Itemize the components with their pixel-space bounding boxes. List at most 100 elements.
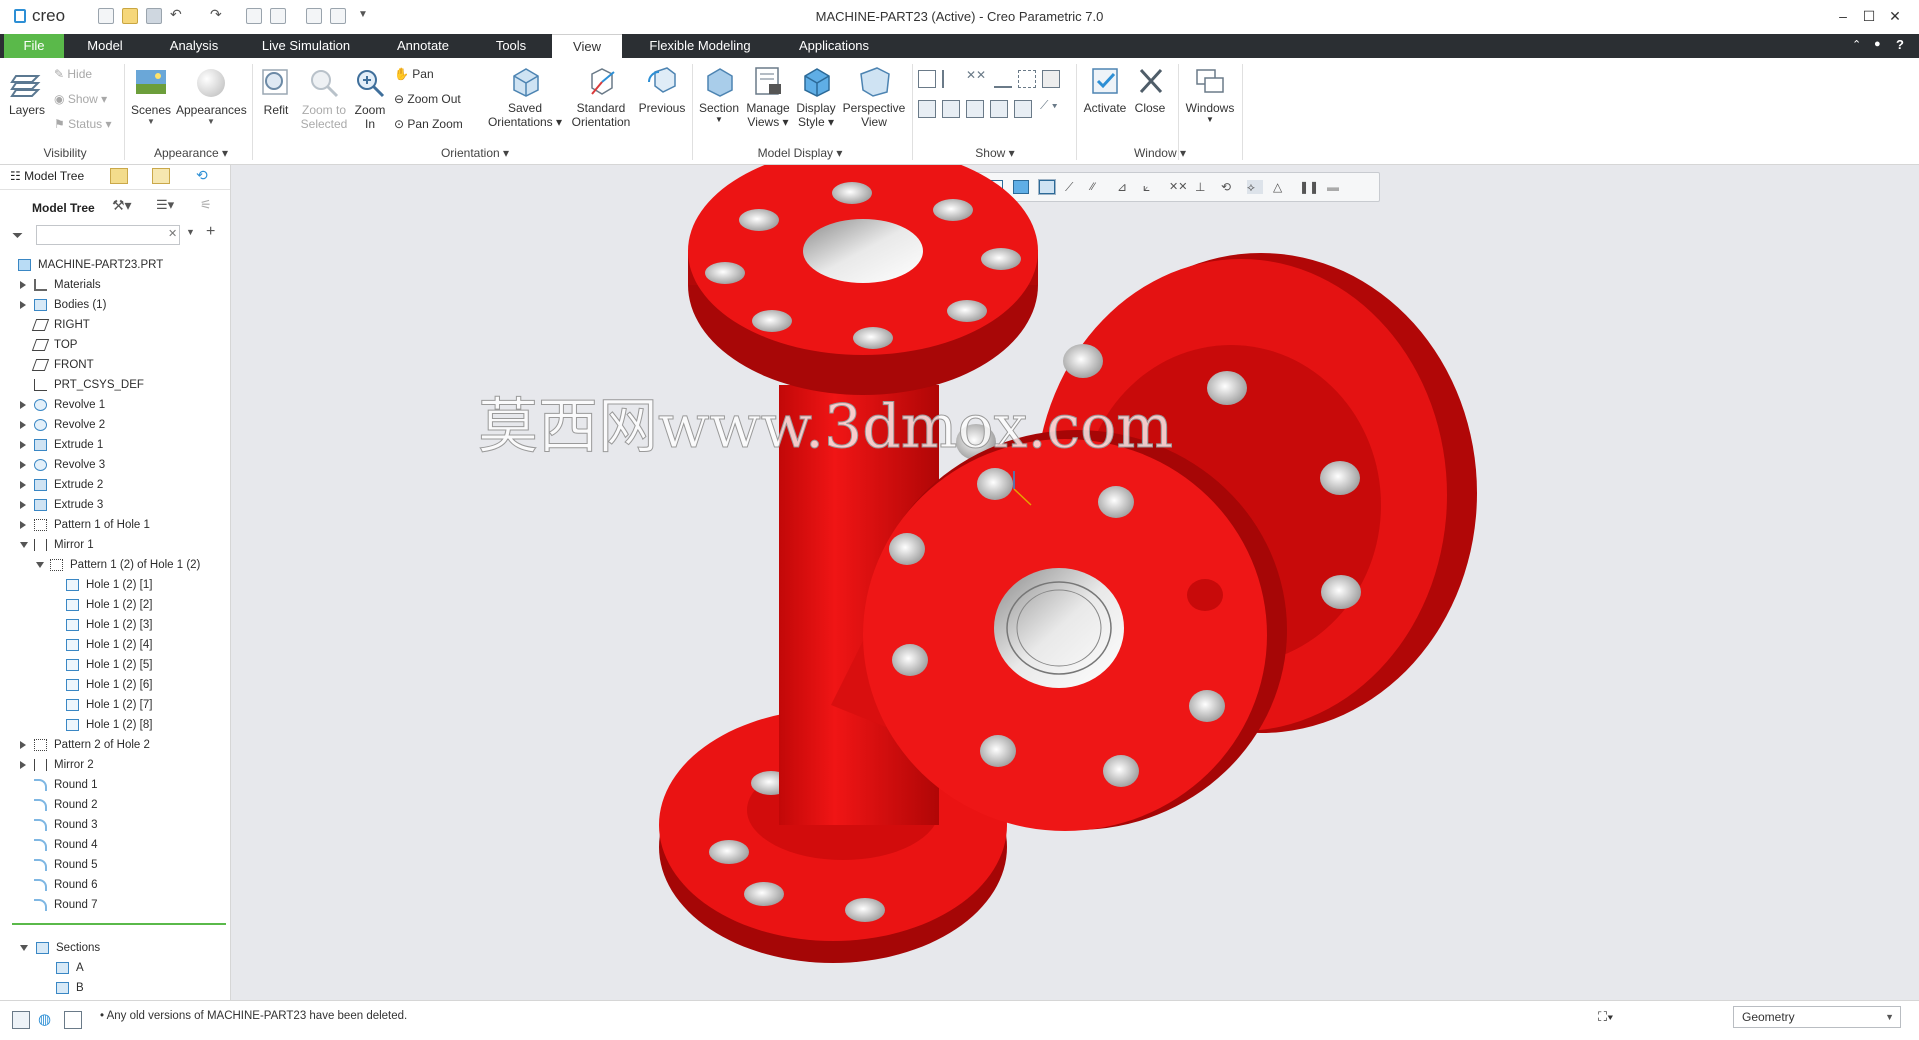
tree-item[interactable]: Mirror 2 bbox=[0, 755, 230, 775]
tree-item[interactable]: RIGHT bbox=[0, 315, 230, 335]
pipe-fitting-model[interactable] bbox=[659, 165, 1477, 963]
tab-flexible-modeling[interactable]: Flexible Modeling bbox=[636, 34, 764, 58]
tab-file[interactable]: File bbox=[4, 34, 64, 58]
tree-item[interactable]: Round 3 bbox=[0, 815, 230, 835]
status-button[interactable]: ⚑ Status ▾ bbox=[54, 114, 111, 134]
collapse-arrow-icon[interactable] bbox=[20, 542, 28, 548]
csys-display-icon[interactable] bbox=[994, 70, 1012, 88]
window-group-label[interactable]: Window ▾ bbox=[1110, 146, 1210, 160]
standard-orientation-button[interactable]: Standard Orientation bbox=[570, 64, 632, 129]
tree-item[interactable]: Round 1 bbox=[0, 775, 230, 795]
tree-item[interactable]: Pattern 2 of Hole 2 bbox=[0, 735, 230, 755]
tree-item[interactable]: Hole 1 (2) [2] bbox=[0, 595, 230, 615]
expand-arrow-icon[interactable] bbox=[20, 741, 26, 749]
previous-button[interactable]: Previous bbox=[636, 64, 688, 115]
tree-item[interactable]: Hole 1 (2) [4] bbox=[0, 635, 230, 655]
expand-arrow-icon[interactable] bbox=[20, 761, 26, 769]
filter-funnel-icon[interactable]: ⏷ bbox=[12, 227, 23, 244]
clear-search-icon[interactable]: ✕ bbox=[168, 227, 177, 240]
selection-filter-icon[interactable]: ⛶▾ bbox=[1598, 1009, 1634, 1031]
tree-item[interactable]: Round 2 bbox=[0, 795, 230, 815]
collapse-arrow-icon[interactable] bbox=[36, 562, 44, 568]
search-dropdown-icon[interactable]: ▼ bbox=[186, 227, 195, 237]
tree-item[interactable]: Hole 1 (2) [7] bbox=[0, 695, 230, 715]
expand-arrow-icon[interactable] bbox=[20, 441, 26, 449]
sketch-display-icon[interactable]: ⟋ ▾ bbox=[1040, 98, 1058, 113]
point-display-icon[interactable]: ✕✕ bbox=[966, 68, 986, 82]
tree-item[interactable]: Hole 1 (2) [8] bbox=[0, 715, 230, 735]
maximize-button[interactable]: ☐ bbox=[1858, 6, 1880, 26]
tree-item[interactable]: Hole 1 (2) [3] bbox=[0, 615, 230, 635]
tab-applications[interactable]: Applications bbox=[782, 34, 886, 58]
appearance-group-label[interactable]: Appearance ▾ bbox=[136, 146, 246, 160]
expand-arrow-icon[interactable] bbox=[20, 461, 26, 469]
csys-tag-icon[interactable] bbox=[990, 100, 1008, 118]
favorites-icon[interactable] bbox=[152, 168, 170, 184]
selection-filter-select[interactable]: Geometry ▼ bbox=[1733, 1006, 1901, 1028]
tab-live-simulation[interactable]: Live Simulation bbox=[252, 34, 360, 58]
tree-search-input[interactable] bbox=[36, 225, 180, 245]
expand-arrow-icon[interactable] bbox=[20, 501, 26, 509]
zoom-in-button[interactable]: Zoom In bbox=[352, 66, 388, 131]
tree-item[interactable]: TOP bbox=[0, 335, 230, 355]
tree-item[interactable]: Extrude 1 bbox=[0, 435, 230, 455]
hide-button[interactable]: ✎ Hide bbox=[54, 64, 92, 84]
axis-display-icon[interactable] bbox=[942, 70, 960, 88]
model-tree-toggle-icon[interactable] bbox=[12, 1011, 30, 1029]
annotation-display-icon[interactable] bbox=[1042, 70, 1060, 88]
tree-item[interactable]: Round 6 bbox=[0, 875, 230, 895]
folder-browser-icon[interactable] bbox=[110, 168, 128, 184]
zoom-to-selected-button[interactable]: Zoom to Selected bbox=[296, 66, 352, 131]
tab-tools[interactable]: Tools bbox=[478, 34, 544, 58]
windows-button[interactable]: Windows ▼ bbox=[1182, 64, 1238, 124]
close-view-button[interactable]: Close bbox=[1130, 64, 1170, 115]
tree-filter-icon[interactable]: ⚟ bbox=[200, 197, 212, 213]
refit-button[interactable]: Refit bbox=[258, 66, 294, 117]
tree-item[interactable]: Materials bbox=[0, 275, 230, 295]
model-display-group-label[interactable]: Model Display ▾ bbox=[740, 146, 860, 160]
full-screen-icon[interactable] bbox=[64, 1011, 82, 1029]
user-icon[interactable]: ● bbox=[1874, 38, 1881, 50]
tab-analysis[interactable]: Analysis bbox=[158, 34, 230, 58]
show-columns-icon[interactable]: ☰▾ bbox=[156, 197, 174, 213]
tree-item[interactable]: Extrude 2 bbox=[0, 475, 230, 495]
plane-tag-icon[interactable] bbox=[918, 100, 936, 118]
tree-item-section-a[interactable]: A bbox=[0, 958, 230, 978]
tree-item[interactable]: Revolve 2 bbox=[0, 415, 230, 435]
expand-arrow-icon[interactable] bbox=[20, 521, 26, 529]
expand-arrow-icon[interactable] bbox=[20, 401, 26, 409]
tree-item[interactable]: Hole 1 (2) [1] bbox=[0, 575, 230, 595]
tree-item[interactable]: Revolve 3 bbox=[0, 455, 230, 475]
perspective-view-button[interactable]: Perspective View bbox=[840, 64, 908, 129]
tree-item-section-b[interactable]: B bbox=[0, 978, 230, 998]
tree-item[interactable]: Round 4 bbox=[0, 835, 230, 855]
settings-icon[interactable]: ⚒▾ bbox=[112, 197, 132, 214]
spin-center-icon[interactable] bbox=[1018, 70, 1036, 88]
tree-item[interactable]: Round 7 bbox=[0, 895, 230, 915]
tree-item[interactable]: FRONT bbox=[0, 355, 230, 375]
tree-item[interactable]: Pattern 1 (2) of Hole 1 (2) bbox=[0, 555, 230, 575]
axis-tag-icon[interactable] bbox=[942, 100, 960, 118]
tree-item[interactable]: Round 5 bbox=[0, 855, 230, 875]
minimize-button[interactable]: – bbox=[1832, 6, 1854, 26]
orientation-group-label[interactable]: Orientation ▾ bbox=[420, 146, 530, 160]
close-button[interactable]: ✕ bbox=[1884, 6, 1906, 26]
tree-item[interactable]: MACHINE-PART23.PRT bbox=[0, 255, 230, 275]
tab-annotate[interactable]: Annotate bbox=[384, 34, 462, 58]
pan-zoom-button[interactable]: ⊙ Pan Zoom bbox=[394, 114, 463, 134]
tree-item[interactable]: PRT_CSYS_DEF bbox=[0, 375, 230, 395]
tab-model[interactable]: Model bbox=[70, 34, 140, 58]
browser-toggle-icon[interactable]: ◍ bbox=[38, 1010, 51, 1028]
zoom-out-button[interactable]: ⊖ Zoom Out bbox=[394, 89, 461, 109]
layers-button[interactable]: Layers bbox=[6, 66, 48, 117]
minimize-ribbon-icon[interactable]: ⌃ bbox=[1852, 38, 1861, 51]
tree-item[interactable]: Pattern 1 of Hole 1 bbox=[0, 515, 230, 535]
model-tree-tab[interactable]: ☷ Model Tree bbox=[10, 169, 84, 183]
add-item-icon[interactable]: + bbox=[206, 223, 215, 241]
expand-arrow-icon[interactable] bbox=[20, 301, 26, 309]
show-button[interactable]: ◉ Show ▾ bbox=[54, 89, 107, 109]
tree-item[interactable]: Bodies (1) bbox=[0, 295, 230, 315]
section-button[interactable]: Section ▼ bbox=[696, 64, 742, 124]
curve-tag-icon[interactable] bbox=[1014, 100, 1032, 118]
tree-item[interactable]: Hole 1 (2) [6] bbox=[0, 675, 230, 695]
